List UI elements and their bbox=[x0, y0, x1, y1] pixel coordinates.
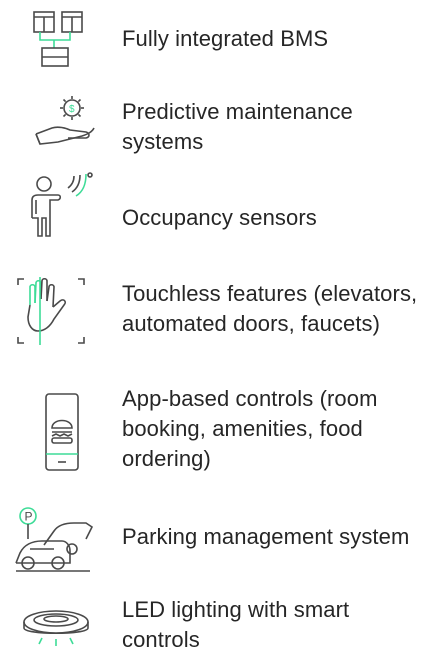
feature-item-occupancy-sensors: Occupancy sensors bbox=[0, 165, 436, 265]
feature-label: Predictive maintenance systems bbox=[122, 99, 353, 154]
feature-label: App-based controls (room booking, amenit… bbox=[122, 386, 378, 471]
feature-item-parking: P Parking management system bbox=[0, 500, 436, 590]
feature-label: Touchless features (elevators, automated… bbox=[122, 281, 418, 336]
svg-text:$: $ bbox=[69, 104, 75, 115]
svg-text:P: P bbox=[25, 510, 33, 524]
person-sensor-icon bbox=[0, 170, 108, 252]
bms-network-icon bbox=[0, 2, 108, 82]
feature-item-led-lighting: LED lighting with smart controls bbox=[0, 590, 436, 655]
touchless-hand-icon bbox=[0, 275, 108, 355]
phone-app-icon bbox=[0, 390, 108, 485]
parking-cars-icon: P bbox=[0, 505, 108, 577]
feature-item-bms: Fully integrated BMS bbox=[0, 0, 436, 85]
led-light-icon bbox=[0, 600, 108, 655]
feature-label: LED lighting with smart controls bbox=[122, 597, 350, 652]
feature-item-app-controls: App-based controls (room booking, amenit… bbox=[0, 380, 436, 490]
feature-list: Fully integrated BMS $ Predictive mainte… bbox=[0, 0, 436, 655]
feature-item-touchless: Touchless features (elevators, automated… bbox=[0, 265, 436, 365]
feature-label: Fully integrated BMS bbox=[122, 26, 329, 51]
feature-item-predictive-maintenance: $ Predictive maintenance systems bbox=[0, 85, 436, 165]
gear-hand-icon: $ bbox=[0, 88, 108, 160]
feature-label: Occupancy sensors bbox=[122, 205, 317, 230]
feature-label: Parking management system bbox=[122, 524, 410, 549]
